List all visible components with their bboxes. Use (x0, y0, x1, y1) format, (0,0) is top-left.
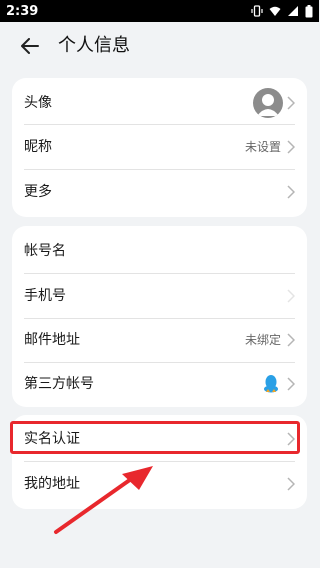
back-button[interactable] (18, 34, 42, 58)
signal-icon (287, 5, 299, 17)
wifi-icon (269, 5, 281, 17)
profile-card: 头像 昵称 未设置 更多 (12, 78, 307, 217)
row-label: 邮件地址 (24, 332, 80, 348)
row-label: 我的地址 (24, 476, 80, 492)
row-label: 帐号名 (24, 243, 66, 259)
row-value: 未绑定 (244, 333, 281, 347)
chevron-right-icon (287, 377, 295, 391)
vibrate-icon (251, 5, 263, 17)
battery-icon (305, 4, 313, 18)
row-label: 昵称 (24, 139, 52, 155)
row-more[interactable]: 更多 (12, 170, 307, 214)
row-avatar[interactable]: 头像 (12, 81, 307, 125)
row-value: 未设置 (244, 140, 281, 154)
row-phone[interactable]: 手机号 (12, 274, 307, 318)
row-label: 头像 (24, 95, 52, 111)
row-label: 第三方帐号 (24, 376, 94, 392)
row-nickname[interactable]: 昵称 未设置 (12, 125, 307, 169)
row-label: 手机号 (24, 288, 66, 304)
account-card: 帐号名 手机号 邮件地址 未绑定 第三方帐号 (12, 226, 307, 407)
highlight-annotation-box (10, 421, 300, 454)
row-label: 更多 (24, 184, 52, 200)
row-third-party[interactable]: 第三方帐号 (12, 362, 307, 406)
back-arrow-icon (21, 38, 39, 54)
row-email[interactable]: 邮件地址 未绑定 (12, 318, 307, 362)
page-title: 个人信息 (58, 35, 130, 56)
chevron-right-icon (287, 185, 295, 199)
status-time: 2:39 (6, 3, 39, 19)
row-account-name[interactable]: 帐号名 (12, 229, 307, 273)
avatar[interactable] (253, 88, 283, 118)
status-bar: 2:39 (0, 0, 319, 22)
chevron-right-icon (287, 140, 295, 154)
chevron-right-icon (287, 477, 295, 491)
row-my-address[interactable]: 我的地址 (12, 462, 307, 506)
chevron-right-icon (287, 333, 295, 347)
page-header: 个人信息 (0, 22, 319, 70)
status-icons (251, 4, 313, 18)
chevron-right-icon (287, 289, 295, 303)
chevron-right-icon (287, 96, 295, 110)
qq-icon (264, 375, 278, 393)
